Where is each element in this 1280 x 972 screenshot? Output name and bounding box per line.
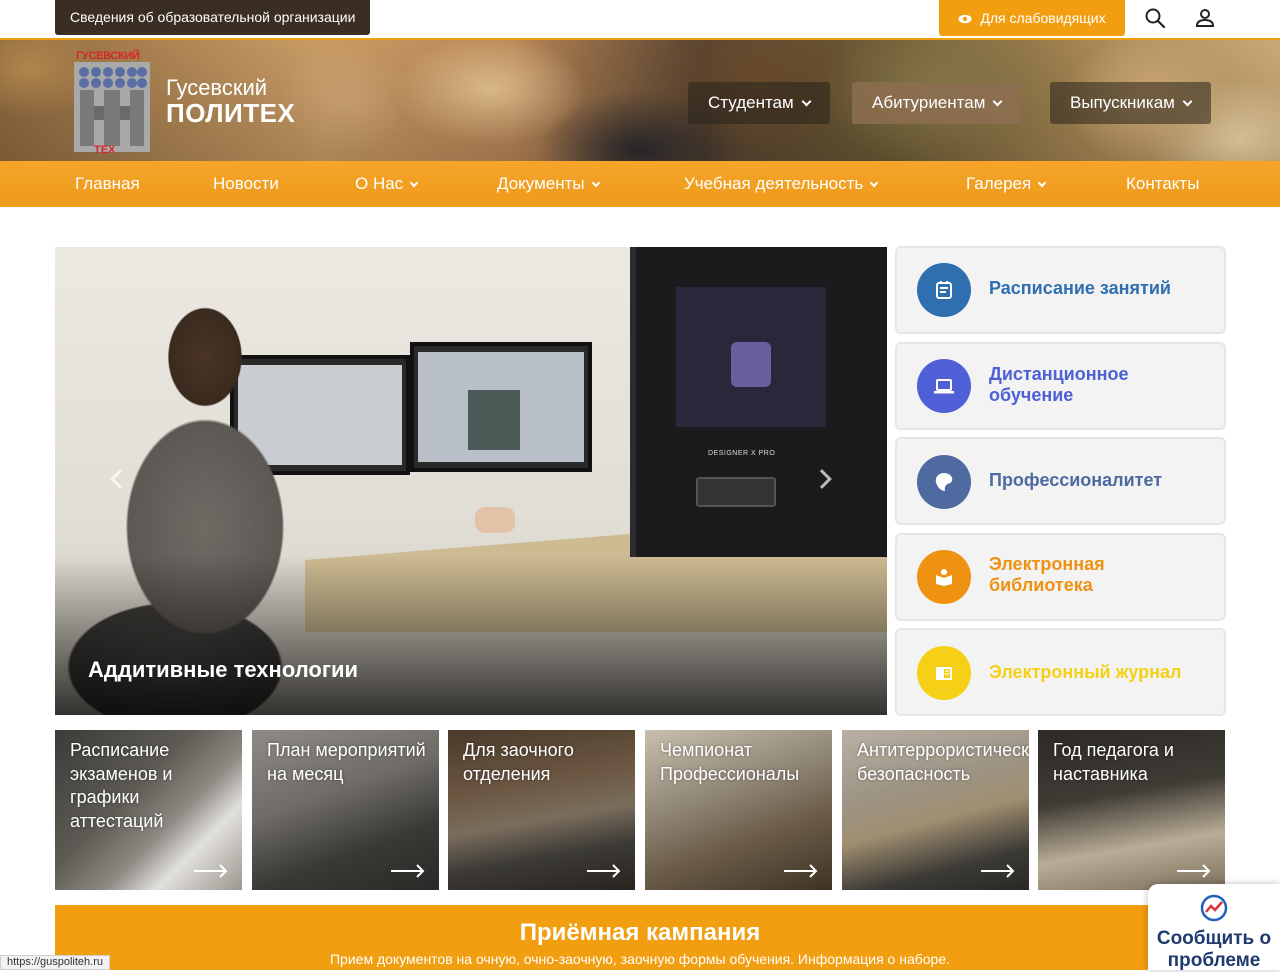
eye-icon xyxy=(958,1,972,37)
logo-text-top: ГУСЕВСКИЙ xyxy=(76,50,140,62)
site-logo[interactable]: ГУСЕВСКИЙ ТЕХ xyxy=(74,50,150,156)
vision-impaired-label: Для слабовидящих xyxy=(980,10,1106,26)
chevron-down-icon xyxy=(870,178,879,188)
arrow-right-icon xyxy=(981,864,1015,878)
journal-icon xyxy=(917,646,971,700)
tile-events-plan[interactable]: План мероприятий на месяц xyxy=(252,730,439,890)
quick-link-label: Электронная библиотека xyxy=(989,554,1105,595)
admission-subtitle: Прием документов на очную, очно-заочную,… xyxy=(329,951,950,967)
tile-teacher-year[interactable]: Год педагога и наставника xyxy=(1038,730,1225,890)
nav-item-contacts[interactable]: Контакты xyxy=(1126,161,1199,207)
schedule-icon xyxy=(917,263,971,317)
slide-caption[interactable]: Аддитивные технологии xyxy=(88,657,358,683)
chevron-down-icon xyxy=(1182,96,1193,107)
tab-graduates[interactable]: Выпускникам xyxy=(1050,82,1211,124)
tile-championship[interactable]: Чемпионат Профессионалы xyxy=(645,730,832,890)
professionalitet-icon xyxy=(917,455,971,509)
news-slider[interactable]: DESIGNER X PRO Аддитивные технологии xyxy=(55,247,887,715)
vision-impaired-button[interactable]: Для слабовидящих xyxy=(939,0,1125,36)
library-icon xyxy=(917,550,971,604)
slide-hand xyxy=(475,507,515,533)
laptop-icon xyxy=(917,359,971,413)
tile-title: Для заочного отделения xyxy=(463,740,574,784)
quick-link-label: Дистанционное обучение xyxy=(989,364,1129,405)
nav-item-gallery-label: Галерея xyxy=(966,174,1032,193)
quick-link-distance-learning[interactable]: Дистанционное обучение xyxy=(895,342,1226,430)
quick-link-journal[interactable]: Электронный журнал xyxy=(895,628,1226,716)
tab-students-label: Студентам xyxy=(708,93,794,112)
arrow-right-icon xyxy=(587,864,621,878)
tile-title: Расписание экзаменов и графики аттестаци… xyxy=(70,740,173,831)
slide-3d-printer: DESIGNER X PRO xyxy=(630,247,887,557)
quick-link-label: Расписание занятий xyxy=(989,278,1171,298)
tile-correspondence-dept[interactable]: Для заочного отделения xyxy=(448,730,635,890)
logo-text-bottom: ТЕХ xyxy=(94,144,116,156)
nav-item-news[interactable]: Новости xyxy=(213,161,279,207)
status-url: https://guspoliteh.ru xyxy=(0,955,111,970)
arrow-right-icon xyxy=(1177,864,1211,878)
tile-antiterror[interactable]: Антитеррористическая безопасность xyxy=(842,730,1029,890)
tile-title: Год педагога и наставника xyxy=(1053,740,1174,784)
nav-item-documents-label: Документы xyxy=(497,174,585,193)
report-problem-label: Сообщить о проблеме xyxy=(1156,928,1272,971)
search-icon[interactable] xyxy=(1143,6,1167,30)
tile-title: План мероприятий на месяц xyxy=(267,740,426,784)
quick-link-label: Электронный журнал xyxy=(989,662,1182,682)
site-header: ГУСЕВСКИЙ ТЕХ Гусевский ПОЛИТЕХ Студента… xyxy=(0,38,1280,161)
quick-link-schedule[interactable]: Расписание занятий xyxy=(895,246,1226,334)
chevron-down-icon xyxy=(992,96,1003,107)
quick-link-label: Профессионалитет xyxy=(989,470,1163,490)
admission-title: Приёмная кампания xyxy=(519,919,761,946)
nav-item-gallery[interactable]: Галерея xyxy=(966,161,1047,207)
tab-applicants[interactable]: Абитуриентам xyxy=(852,82,1022,124)
tab-applicants-label: Абитуриентам xyxy=(872,93,986,112)
quick-link-library[interactable]: Электронная библиотека xyxy=(895,533,1226,621)
nav-item-documents[interactable]: Документы xyxy=(497,161,600,207)
chevron-down-icon xyxy=(591,178,600,188)
printer-brand-label: DESIGNER X PRO xyxy=(708,450,776,457)
arrow-right-icon xyxy=(194,864,228,878)
org-info-button[interactable]: Сведения об образовательной организации xyxy=(55,0,371,35)
tab-graduates-label: Выпускникам xyxy=(1070,93,1175,112)
tab-students[interactable]: Студентам xyxy=(688,82,830,124)
nav-item-about[interactable]: О Нас xyxy=(355,161,419,207)
chevron-down-icon xyxy=(1037,178,1047,188)
top-bar: Сведения об образовательной организации … xyxy=(0,0,1280,38)
chevron-down-icon xyxy=(409,178,419,188)
chevron-down-icon xyxy=(801,96,812,107)
main-navigation: Главная Новости О Нас Документы Учебная … xyxy=(0,161,1280,207)
tile-title: Антитеррористическая безопасность xyxy=(857,740,1029,784)
nav-item-about-label: О Нас xyxy=(355,174,404,193)
arrow-right-icon xyxy=(391,864,425,878)
user-icon[interactable] xyxy=(1193,6,1217,30)
tile-title: Чемпионат Профессионалы xyxy=(660,740,800,784)
slide-monitor xyxy=(410,342,592,472)
arrow-right-icon xyxy=(784,864,818,878)
nav-item-education-label: Учебная деятельность xyxy=(684,174,864,193)
site-name-line2: ПОЛИТЕХ xyxy=(166,98,296,128)
tile-exams-schedule[interactable]: Расписание экзаменов и графики аттестаци… xyxy=(55,730,242,890)
nav-item-education[interactable]: Учебная деятельность xyxy=(684,161,879,207)
gosuslugi-icon xyxy=(1200,894,1228,922)
report-problem-widget[interactable]: Сообщить о проблеме xyxy=(1148,884,1280,971)
quick-link-professionalitet[interactable]: Профессионалитет xyxy=(895,437,1226,525)
admission-banner[interactable]: Приёмная кампания Прием документов на оч… xyxy=(55,905,1225,970)
nav-item-home[interactable]: Главная xyxy=(75,161,140,207)
